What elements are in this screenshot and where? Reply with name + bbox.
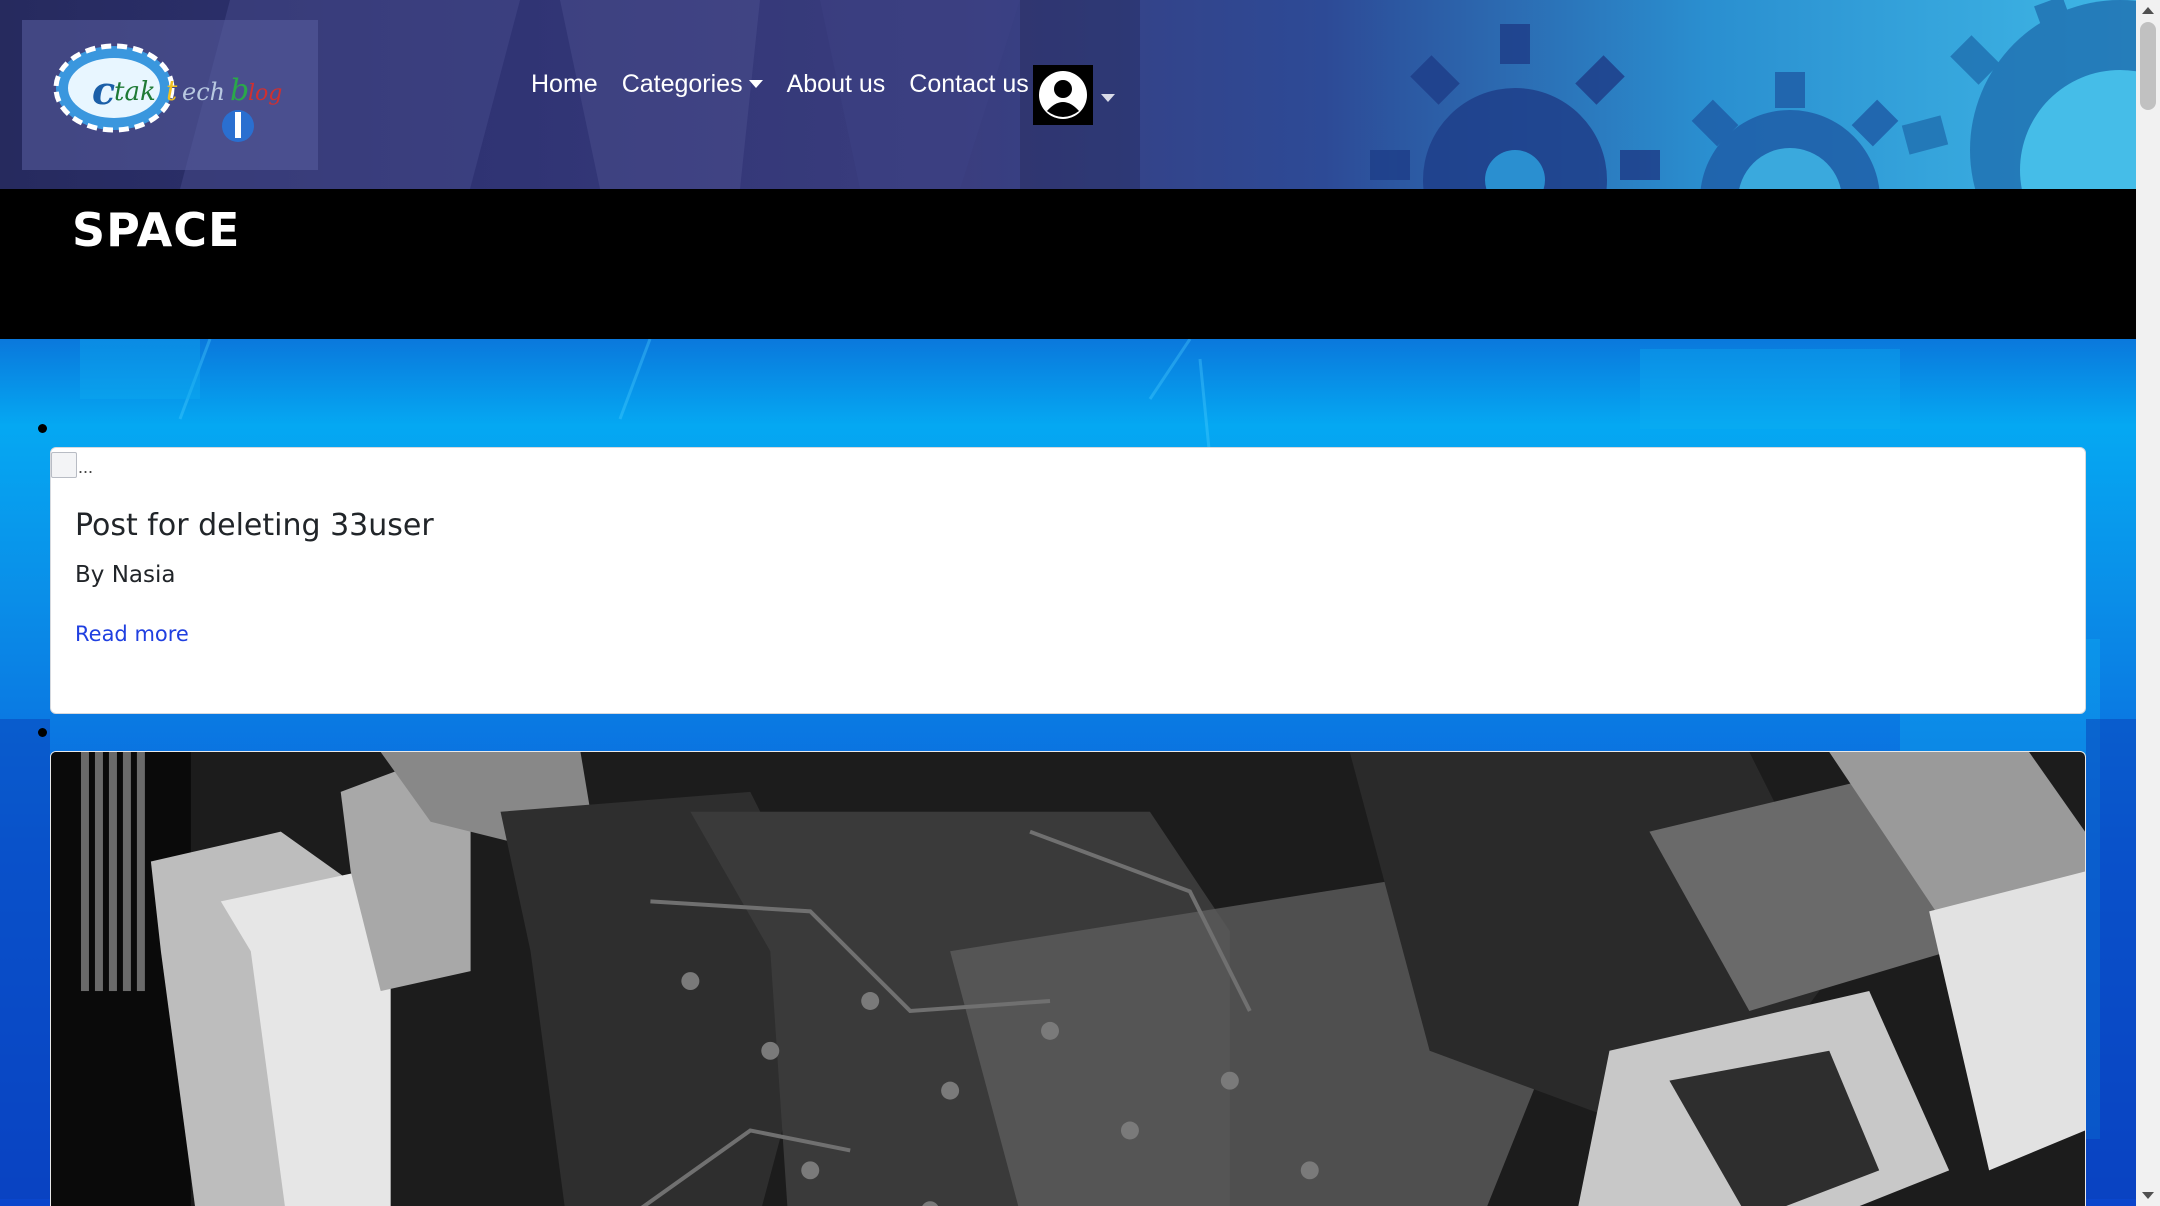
read-more-link[interactable]: Read more bbox=[75, 622, 189, 646]
svg-text:b: b bbox=[230, 73, 249, 108]
post-card: ... Post for deleting 33user By Nasia Re… bbox=[50, 447, 2086, 714]
post-thumbnail: ... bbox=[51, 448, 93, 478]
nav-categories-label: Categories bbox=[621, 69, 743, 98]
broken-image-icon bbox=[51, 452, 77, 478]
site-logo[interactable]: c tak t ech b log bbox=[22, 20, 318, 170]
scrollbar-thumb[interactable] bbox=[2140, 22, 2156, 110]
posts-section: ... Post for deleting 33user By Nasia Re… bbox=[0, 339, 2136, 1206]
site-header: c tak t ech b log Home Categories About … bbox=[0, 0, 2136, 189]
nav-home[interactable]: Home bbox=[531, 70, 598, 99]
page-title-band: SPACE bbox=[0, 189, 2136, 339]
post-title: Post for deleting 33user bbox=[75, 508, 434, 543]
nav-about-label: About us bbox=[786, 69, 886, 98]
user-icon bbox=[1039, 71, 1087, 119]
logo-graphic: c tak t ech b log bbox=[53, 43, 282, 142]
nav-contact-label: Contact us bbox=[909, 69, 1029, 98]
svg-text:c: c bbox=[92, 68, 115, 113]
nav-about[interactable]: About us bbox=[787, 70, 886, 99]
page-title: SPACE bbox=[72, 203, 241, 257]
list-bullet bbox=[38, 728, 47, 737]
nav-home-label: Home bbox=[531, 69, 598, 98]
list-bullet bbox=[38, 424, 47, 433]
post-card bbox=[50, 751, 2086, 1206]
user-menu-toggle[interactable] bbox=[1033, 65, 1115, 125]
post-author: By Nasia bbox=[75, 562, 176, 588]
scroll-down-arrow-icon[interactable] bbox=[2142, 1192, 2154, 1199]
caret-down-icon bbox=[748, 80, 763, 88]
post-image-circuit-board[interactable] bbox=[51, 752, 2085, 1206]
caret-down-icon bbox=[1101, 94, 1115, 102]
avatar bbox=[1033, 65, 1093, 125]
nav-contact[interactable]: Contact us bbox=[909, 70, 1029, 99]
main-nav: Home Categories About us Contact us bbox=[531, 64, 1053, 104]
svg-text:ech: ech bbox=[182, 78, 225, 106]
page-scrollbar[interactable] bbox=[2136, 0, 2160, 1206]
svg-text:tak: tak bbox=[114, 77, 156, 107]
post-thumbnail-alt: ... bbox=[78, 457, 94, 477]
svg-text:log: log bbox=[248, 81, 282, 106]
nav-categories-dropdown[interactable]: Categories bbox=[622, 70, 763, 99]
svg-text:t: t bbox=[166, 74, 178, 107]
scroll-up-arrow-icon[interactable] bbox=[2142, 7, 2154, 14]
